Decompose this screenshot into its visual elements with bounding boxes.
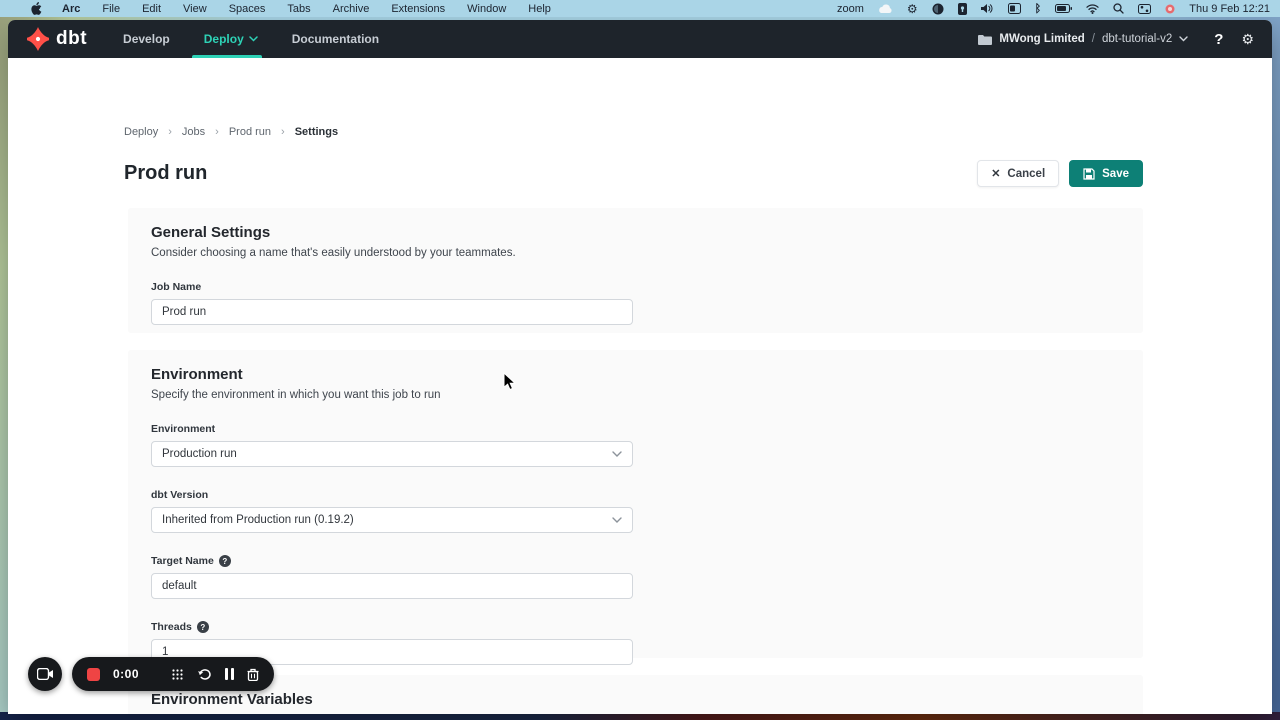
threads-label: Threads (151, 621, 192, 633)
environment-label: Environment (151, 423, 1120, 435)
chevron-right-icon: › (215, 126, 219, 138)
target-name-label: Target Name (151, 555, 214, 567)
menu-item-spaces[interactable]: Spaces (229, 3, 266, 15)
menu-bar-clock[interactable]: Thu 9 Feb 12:21 (1189, 3, 1270, 15)
cancel-button-label: Cancel (1007, 168, 1045, 180)
menu-item-arc[interactable]: Arc (62, 3, 80, 15)
cancel-button[interactable]: ✕ Cancel (977, 160, 1059, 187)
apple-icon[interactable] (31, 2, 42, 15)
save-button-label: Save (1102, 168, 1129, 180)
page-content: Deploy › Jobs › Prod run › Settings Prod… (8, 58, 1272, 714)
window-manager-icon[interactable] (1008, 3, 1021, 14)
help-button[interactable]: ? (1214, 31, 1223, 48)
threads-help-icon[interactable]: ? (197, 621, 209, 633)
dbt-logo[interactable]: dbt (26, 27, 87, 51)
delete-recording-icon[interactable] (247, 668, 259, 681)
job-name-label: Job Name (151, 281, 1120, 293)
control-center-icon[interactable] (1138, 4, 1151, 14)
folder-icon (978, 34, 992, 45)
screen-recording-icon[interactable] (1165, 4, 1175, 14)
project-name: dbt-tutorial-v2 (1102, 33, 1172, 45)
menu-item-archive[interactable]: Archive (333, 3, 370, 15)
dbt-top-nav: dbt Develop Deploy Documentation MWong L… (8, 20, 1272, 58)
nav-tab-deploy[interactable]: Deploy (204, 20, 258, 58)
breadcrumb-deploy[interactable]: Deploy (124, 126, 158, 138)
zoom-app-label[interactable]: zoom (837, 3, 864, 15)
path-separator: / (1092, 33, 1095, 45)
mouse-cursor (503, 372, 517, 397)
focus-mode-icon[interactable] (932, 3, 944, 15)
job-name-input[interactable] (151, 299, 633, 325)
bluetooth-icon[interactable]: ᛒ (1035, 3, 1042, 15)
video-camera-icon (37, 668, 54, 680)
stop-recording-button[interactable] (87, 668, 100, 681)
dbt-logo-text: dbt (56, 28, 87, 50)
battery-icon[interactable] (1055, 4, 1072, 13)
save-icon (1083, 168, 1095, 180)
password-manager-icon[interactable] (958, 3, 967, 15)
menu-item-tabs[interactable]: Tabs (287, 3, 310, 15)
menu-item-edit[interactable]: Edit (142, 3, 161, 15)
environment-section: Environment Specify the environment in w… (128, 350, 1143, 658)
cloud-icon[interactable] (878, 4, 893, 14)
general-settings-description: Consider choosing a name that's easily u… (151, 247, 1120, 259)
chevron-right-icon: › (168, 126, 172, 138)
general-settings-section: General Settings Consider choosing a nam… (128, 208, 1143, 333)
menu-item-window[interactable]: Window (467, 3, 506, 15)
dbt-version-label: dbt Version (151, 489, 1120, 501)
breadcrumb-prod-run[interactable]: Prod run (229, 126, 271, 138)
menu-item-file[interactable]: File (102, 3, 120, 15)
chevron-down-icon (249, 36, 258, 42)
macos-menu-bar: Arc File Edit View Spaces Tabs Archive E… (0, 0, 1280, 17)
nav-tab-develop[interactable]: Develop (123, 20, 170, 58)
restart-recording-icon[interactable] (197, 668, 212, 681)
page-title: Prod run (124, 162, 207, 185)
chevron-down-icon (612, 517, 622, 523)
close-icon: ✕ (991, 167, 1000, 180)
org-name: MWong Limited (999, 33, 1084, 45)
search-icon[interactable] (1113, 3, 1124, 14)
camera-toggle-button[interactable] (28, 657, 62, 691)
save-button[interactable]: Save (1069, 160, 1143, 187)
pause-recording-icon[interactable] (225, 668, 234, 680)
drag-handle-icon[interactable] (171, 668, 184, 681)
environment-select[interactable]: Production run (151, 441, 633, 467)
target-name-input[interactable] (151, 573, 633, 599)
nav-tab-deploy-label: Deploy (204, 32, 244, 46)
nav-tab-documentation[interactable]: Documentation (292, 20, 379, 58)
recording-toolbar: 0:00 (72, 657, 274, 691)
settings-gear-icon[interactable]: ⚙ (1241, 31, 1254, 48)
dbt-version-select-value: Inherited from Production run (0.19.2) (162, 514, 354, 526)
browser-window: dbt Develop Deploy Documentation MWong L… (8, 20, 1272, 714)
section-title-env-vars: Environment Variables (151, 691, 1120, 708)
menu-item-extensions[interactable]: Extensions (391, 3, 445, 15)
environment-description: Specify the environment in which you wan… (151, 389, 1120, 401)
dbt-logo-icon (26, 27, 50, 51)
recording-timer: 0:00 (113, 667, 139, 681)
chevron-right-icon: › (281, 126, 285, 138)
volume-icon[interactable] (981, 3, 994, 14)
settings-sections: General Settings Consider choosing a nam… (128, 208, 1143, 714)
settings-gear-icon[interactable]: ⚙ (907, 2, 918, 16)
target-name-help-icon[interactable]: ? (219, 555, 231, 567)
wifi-icon[interactable] (1086, 4, 1099, 14)
breadcrumb-jobs[interactable]: Jobs (182, 126, 205, 138)
breadcrumb-settings[interactable]: Settings (295, 126, 338, 138)
page-actions: ✕ Cancel Save (977, 160, 1143, 187)
environment-variables-section: Environment Variables Job level override… (128, 675, 1143, 714)
breadcrumb: Deploy › Jobs › Prod run › Settings (124, 126, 338, 138)
section-title-environment: Environment (151, 366, 1120, 383)
section-title-general: General Settings (151, 224, 1120, 241)
chevron-down-icon (1179, 36, 1188, 42)
dbt-version-select[interactable]: Inherited from Production run (0.19.2) (151, 507, 633, 533)
chevron-down-icon (612, 451, 622, 457)
menu-item-view[interactable]: View (183, 3, 207, 15)
account-project-selector[interactable]: MWong Limited / dbt-tutorial-v2 (978, 33, 1188, 45)
environment-select-value: Production run (162, 448, 237, 460)
menu-item-help[interactable]: Help (528, 3, 551, 15)
